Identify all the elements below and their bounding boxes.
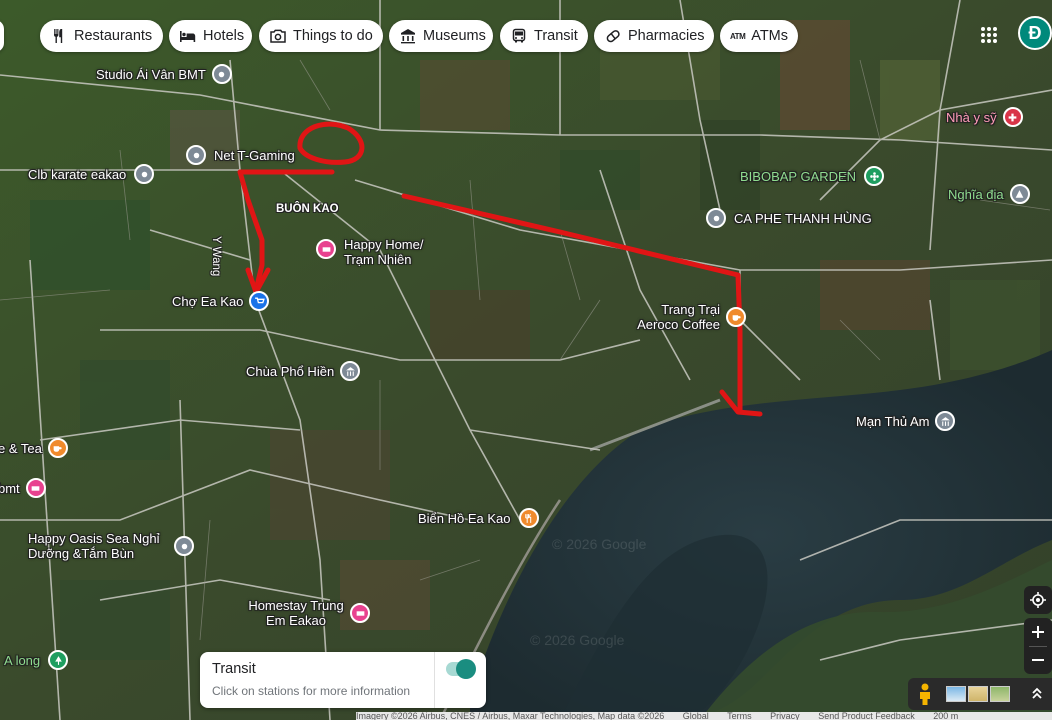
place-ca-phe-thanh-hung[interactable]: CA PHE THANH HÙNG (706, 208, 872, 228)
chip-pharmacies[interactable]: Pharmacies (594, 20, 714, 52)
temple-pin-icon (340, 361, 361, 381)
camera-icon (269, 27, 287, 45)
restaurant-pin-icon (518, 508, 539, 528)
footer-link-terms[interactable]: Terms (727, 712, 752, 720)
divider (434, 652, 435, 708)
chip-atms[interactable]: ATM ATMs (720, 20, 798, 52)
area-label-buon-kao: BUÔN KAO (276, 203, 339, 215)
footer-link-privacy[interactable]: Privacy (770, 712, 800, 720)
place-homestay-trung[interactable]: Homestay Trung Em Eakao (246, 598, 370, 628)
satellite-map[interactable] (0, 0, 1052, 720)
street-view-pegman-icon[interactable] (914, 682, 936, 706)
garden-pin-icon (864, 166, 885, 186)
place-e-tea[interactable]: e & Tea (0, 438, 68, 458)
chip-label: Pharmacies (628, 28, 705, 44)
place-a-long[interactable]: A long (4, 650, 69, 670)
place-studio-ai-van[interactable]: Studio Ái Vân BMT (96, 64, 232, 84)
shopping-cart-pin-icon (249, 291, 270, 311)
crosshair-icon (1030, 592, 1046, 608)
atm-icon: ATM (730, 31, 746, 41)
chip-label: Hotels (203, 28, 245, 44)
museum-icon (399, 27, 417, 45)
hotel-pin-icon (25, 478, 46, 498)
chip-label: Restaurants (74, 28, 153, 44)
place-net-t-gaming[interactable]: Net T-Gaming (186, 145, 295, 165)
place-bien-ho-ea-kao[interactable]: Biển Hồ Ea Kao (418, 508, 539, 528)
footer-link-global[interactable]: Global (683, 712, 709, 720)
chip-things-to-do[interactable]: Things to do (259, 20, 383, 52)
road-label-y-wang: Y Wang (210, 236, 222, 277)
transit-layer-card[interactable]: Transit Click on stations for more infor… (200, 652, 486, 708)
place-bibobap-garden[interactable]: BIBOBAP GARDEN (740, 166, 885, 186)
hotel-pin-icon (350, 603, 370, 623)
cafe-pin-icon (726, 307, 746, 327)
place-bmt[interactable]: bmt (0, 478, 46, 498)
transit-toggle[interactable] (446, 659, 476, 679)
place-pin-icon (211, 64, 232, 84)
map-watermark: © 2026 Google (530, 632, 625, 648)
layer-thumb-default[interactable] (946, 686, 966, 702)
chip-label: Things to do (293, 28, 373, 44)
chip-label: ATMs (751, 28, 789, 44)
chip-label: Museums (423, 28, 486, 44)
my-location-button[interactable] (1024, 586, 1052, 614)
chip-hotels[interactable]: Hotels (169, 20, 252, 52)
map-watermark: © 2026 Google (552, 536, 647, 552)
layer-thumb-satellite[interactable] (990, 686, 1010, 702)
place-chua-pho-hien[interactable]: Chùa Phổ Hiền (246, 361, 361, 381)
hotel-pin-icon (316, 239, 336, 259)
place-happy-oasis[interactable]: Happy Oasis Sea Nghỉ Dưỡng &Tắm Bùn (28, 531, 194, 561)
apps-grid-icon (981, 27, 997, 43)
place-man-thu-am[interactable]: Mạn Thủ Am (856, 411, 956, 431)
scale-label[interactable]: 200 m (933, 712, 958, 720)
place-happy-home[interactable]: Happy Home/ Trạm Nhiên (316, 237, 440, 267)
bed-icon (179, 27, 197, 45)
zoom-controls (1024, 618, 1052, 674)
footer-link-feedback[interactable]: Send Product Feedback (818, 712, 915, 720)
cemetery-pin-icon (1009, 184, 1030, 204)
imagery-attribution: Imagery ©2026 Airbus, CNES / Airbus, Max… (356, 712, 665, 720)
account-avatar[interactable]: Đ (1018, 16, 1052, 50)
place-pin-icon (134, 164, 155, 184)
zoom-out-button[interactable] (1024, 646, 1052, 674)
place-cho-ea-kao[interactable]: Chợ Ea Kao (172, 291, 270, 311)
zoom-in-button[interactable] (1024, 618, 1052, 646)
avatar-letter: Đ (1028, 22, 1042, 43)
place-trang-trai-aeroco[interactable]: Trang Trại Aeroco Coffee (630, 302, 746, 332)
cafe-pin-icon (47, 438, 68, 458)
place-clb-karate[interactable]: Clb karate eakao (28, 164, 155, 184)
transit-title: Transit (212, 661, 256, 677)
fork-knife-icon (50, 27, 68, 45)
place-pin-icon (186, 145, 206, 165)
layer-thumb-terrain[interactable] (968, 686, 988, 702)
minus-icon (1032, 659, 1044, 661)
chip-label: Transit (534, 28, 578, 44)
expand-layers-button[interactable] (1026, 682, 1048, 704)
park-pin-icon (48, 650, 69, 670)
chevron-up-double-icon (1032, 687, 1042, 699)
place-pin-icon (174, 536, 194, 556)
temple-pin-icon (935, 411, 956, 431)
pill-icon (604, 27, 622, 45)
toggle-knob (456, 659, 476, 679)
place-nha-y-sy[interactable]: Nhà y sỹ (946, 107, 1023, 127)
chip-restaurants[interactable]: Restaurants (40, 20, 163, 52)
attribution-footer: Imagery ©2026 Airbus, CNES / Airbus, Max… (356, 712, 1052, 720)
plus-icon (1032, 626, 1044, 638)
apps-grid-button[interactable] (974, 20, 1004, 50)
place-nghia-dia[interactable]: Nghĩa địa (948, 184, 1030, 204)
medical-pin-icon (1002, 107, 1023, 127)
bus-icon (510, 27, 528, 45)
transit-subtitle: Click on stations for more information (212, 684, 411, 698)
chip-museums[interactable]: Museums (389, 20, 493, 52)
chip-transit[interactable]: Transit (500, 20, 588, 52)
place-pin-icon (706, 208, 726, 228)
